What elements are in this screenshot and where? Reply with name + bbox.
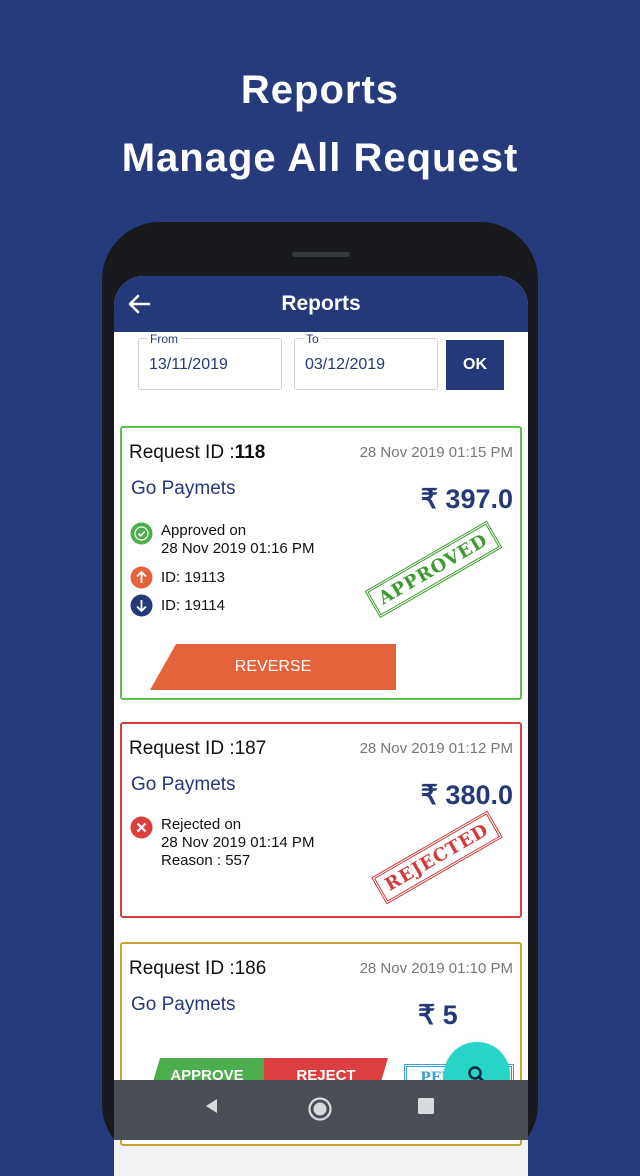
- request-id-value: 118: [234, 442, 266, 463]
- phone-screen: Reports From 13/11/2019 To 03/12/2019 OK…: [114, 276, 528, 1176]
- request-id: Request ID :186: [129, 958, 266, 980]
- request-card: Request ID :187 28 Nov 2019 01:12 PM Go …: [120, 722, 522, 918]
- promo-title: Reports: [240, 68, 400, 112]
- request-datetime: 28 Nov 2019 01:15 PM: [359, 444, 513, 461]
- request-card: Request ID :118 28 Nov 2019 01:15 PM Go …: [120, 426, 522, 700]
- nav-recent-apps-icon[interactable]: [416, 1096, 436, 1121]
- from-date-label: From: [147, 332, 181, 346]
- close-circle-icon: [130, 816, 153, 839]
- to-date-label: To: [303, 332, 322, 346]
- request-id-label: Request ID :: [129, 442, 235, 463]
- system-nav-bar: [114, 1080, 528, 1140]
- reject-reason: Reason : 557: [161, 852, 251, 869]
- status-time: 28 Nov 2019 01:16 PM: [161, 540, 315, 557]
- to-id: ID: 19114: [161, 597, 225, 614]
- reverse-button[interactable]: REVERSE: [150, 644, 396, 690]
- approved-stamp: APPROVED: [365, 520, 503, 619]
- status-text: Rejected on: [161, 816, 242, 833]
- provider-name: Go Paymets: [131, 478, 236, 499]
- check-circle-icon: [130, 522, 153, 545]
- to-date-field[interactable]: To 03/12/2019: [294, 332, 438, 390]
- request-id-value: 187: [234, 738, 267, 759]
- from-date-field[interactable]: From 13/11/2019: [138, 332, 282, 390]
- request-id-label: Request ID :: [129, 738, 235, 759]
- request-amount: ₹ 380.0: [420, 780, 513, 810]
- request-id-value: 186: [234, 958, 267, 979]
- provider-name: Go Paymets: [131, 994, 236, 1015]
- phone-frame: Reports From 13/11/2019 To 03/12/2019 OK…: [102, 222, 538, 1176]
- request-id-label: Request ID :: [129, 958, 235, 979]
- request-id: Request ID :118: [129, 442, 265, 464]
- request-id: Request ID :187: [129, 738, 266, 760]
- page-title: Reports: [281, 292, 361, 315]
- status-time: 28 Nov 2019 01:14 PM: [161, 834, 315, 851]
- promo-subtitle: Manage All Request: [121, 136, 519, 180]
- request-amount: ₹ 397.0: [420, 484, 513, 514]
- provider-name: Go Paymets: [131, 774, 236, 795]
- status-text: Approved on: [161, 522, 247, 539]
- ok-button[interactable]: OK: [446, 340, 504, 390]
- arrow-down-icon: [130, 594, 153, 617]
- request-amount: ₹ 5: [418, 1000, 458, 1030]
- from-date-value: 13/11/2019: [149, 356, 228, 373]
- report-content: From 13/11/2019 To 03/12/2019 OK Request…: [114, 332, 528, 1146]
- request-datetime: 28 Nov 2019 01:12 PM: [359, 740, 513, 757]
- nav-home-icon[interactable]: [307, 1096, 333, 1127]
- arrow-up-icon: [130, 566, 153, 589]
- to-date-value: 03/12/2019: [305, 356, 386, 373]
- phone-speaker: [292, 252, 350, 257]
- rejected-stamp: REJECTED: [371, 810, 503, 905]
- app-bar: Reports: [114, 276, 528, 332]
- nav-back-icon[interactable]: [202, 1096, 220, 1121]
- request-datetime: 28 Nov 2019 01:10 PM: [359, 960, 513, 977]
- from-id: ID: 19113: [161, 569, 225, 586]
